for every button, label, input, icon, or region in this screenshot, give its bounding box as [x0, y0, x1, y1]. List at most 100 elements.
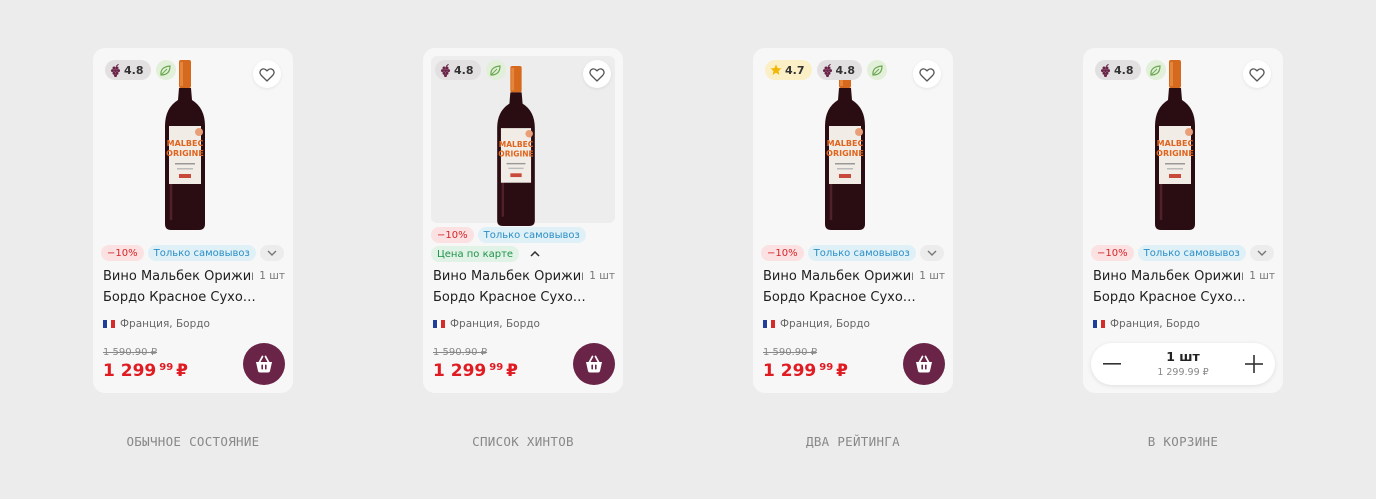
collapse-hints-button[interactable] — [523, 246, 547, 262]
quantity-label: 1 шт — [1249, 270, 1275, 282]
grape-icon — [822, 63, 832, 77]
origin-text: Франция, Бордо — [780, 318, 870, 330]
rating-badges: 4.8 — [1095, 60, 1166, 80]
price-currency: ₽ — [836, 361, 848, 381]
chevron-up-icon — [530, 251, 540, 257]
expand-hints-button[interactable] — [919, 245, 944, 261]
rating-value: 4.8 — [835, 63, 856, 77]
price-cents: 99 — [159, 362, 174, 373]
product-title[interactable]: Вино Мальбек Орижин Бордо Красное Сухо… … — [763, 266, 945, 308]
grape-icon — [440, 63, 451, 77]
quantity-stepper: 1 шт 1 299.99 ₽ — [1091, 343, 1275, 385]
leaf-icon — [485, 60, 506, 80]
price-currency: ₽ — [176, 361, 188, 381]
pickup-tag: Только самовывоз — [147, 245, 256, 261]
leaf-icon — [1145, 60, 1166, 80]
rating-value: 4.8 — [1114, 63, 1134, 77]
heart-icon — [1249, 67, 1265, 82]
old-price: 1 590.90 ₽ — [103, 347, 158, 358]
favorite-button[interactable] — [913, 60, 941, 88]
add-to-cart-button[interactable] — [243, 343, 285, 385]
expand-hints-button[interactable] — [259, 245, 284, 261]
chevron-down-icon — [927, 250, 937, 256]
pickup-tag: Только самовывоз — [1137, 245, 1246, 261]
add-to-cart-button[interactable] — [903, 343, 945, 385]
rating-badges: 4.8 — [435, 60, 506, 80]
heart-icon — [589, 67, 605, 82]
price-main: 1 299 — [763, 361, 817, 381]
title-line-1: Вино Мальбек Орижин — [103, 269, 253, 284]
basket-icon — [255, 355, 273, 374]
price-cents: 99 — [489, 362, 504, 373]
hint-tags: −10% Только самовывоз — [1091, 245, 1277, 261]
state-caption: ОБЫЧНОЕ СОСТОЯНИЕ — [126, 434, 260, 449]
rating-value: 4.7 — [785, 63, 805, 77]
card-price-tag: Цена по карте — [431, 246, 520, 262]
increase-button[interactable] — [1241, 351, 1267, 377]
hint-tags: −10% Только самовывоз Цена по карте — [431, 227, 591, 262]
state-caption: СПИСОК ХИНТОВ — [472, 434, 574, 449]
price-main: 1 299 — [103, 361, 157, 381]
price-main: 1 299 — [433, 361, 487, 381]
pickup-tag: Только самовывоз — [477, 227, 586, 243]
origin-text: Франция, Бордо — [450, 318, 540, 330]
chevron-down-icon — [1257, 250, 1267, 256]
favorite-button[interactable] — [583, 60, 611, 88]
hint-tags: −10% Только самовывоз — [761, 245, 947, 261]
product-card-normal[interactable]: 4.8 −10% Только самовывоз Вино Мальбек О… — [93, 48, 293, 393]
hint-tags: −10% Только самовывоз — [101, 245, 287, 261]
grape-rating-badge: 4.8 — [435, 60, 481, 80]
rating-value: 4.8 — [124, 63, 144, 77]
leaf-icon — [155, 60, 176, 80]
discount-tag: −10% — [761, 245, 804, 261]
origin: Франция, Бордо — [763, 318, 870, 330]
france-flag-icon — [763, 320, 775, 328]
product-card-in-cart[interactable]: 4.8 −10% Только самовывоз Вино Мальбек О… — [1083, 48, 1283, 393]
grape-rating-badge: 4.8 — [816, 60, 862, 80]
grape-icon — [1100, 63, 1111, 77]
origin: Франция, Бордо — [433, 318, 540, 330]
chevron-down-icon — [267, 250, 277, 256]
discount-tag: −10% — [431, 227, 474, 243]
plus-icon — [1245, 355, 1263, 373]
state-caption: ДВА РЕЙТИНГА — [806, 434, 900, 449]
price-cents: 99 — [819, 362, 834, 373]
price: 1 299 99 ₽ — [103, 361, 188, 381]
favorite-button[interactable] — [1243, 60, 1271, 88]
state-caption: В КОРЗИНЕ — [1147, 434, 1219, 449]
rating-badges: 4.7 4.8 — [765, 60, 887, 80]
product-title[interactable]: Вино Мальбек Орижин Бордо Красное Сухо… … — [433, 266, 615, 308]
price: 1 299 99 ₽ — [433, 361, 518, 381]
add-to-cart-button[interactable] — [573, 343, 615, 385]
leaf-icon — [867, 60, 887, 80]
grape-rating-badge: 4.8 — [105, 60, 151, 80]
origin-text: Франция, Бордо — [120, 318, 210, 330]
title-line-2: Бордо Красное Сухо… — [103, 290, 256, 305]
wine-bottle-image — [496, 66, 537, 226]
rating-badges: 4.8 — [105, 60, 176, 80]
heart-icon — [259, 67, 275, 82]
quantity-label: 1 шт — [919, 270, 945, 282]
old-price: 1 590.90 ₽ — [433, 347, 488, 358]
favorite-button[interactable] — [253, 60, 281, 88]
expand-hints-button[interactable] — [1249, 245, 1274, 261]
basket-icon — [585, 355, 603, 374]
title-line-1: Вино Мальбек Орижин — [1093, 269, 1243, 284]
product-title[interactable]: Вино Мальбек Орижин Бордо Красное Сухо… … — [103, 266, 285, 308]
title-line-2: Бордо Красное Сухо… — [1093, 290, 1246, 305]
france-flag-icon — [103, 320, 115, 328]
origin: Франция, Бордо — [1093, 318, 1200, 330]
product-title[interactable]: Вино Мальбек Орижин Бордо Красное Сухо… … — [1093, 266, 1275, 308]
price-currency: ₽ — [506, 361, 518, 381]
product-card-hints[interactable]: 4.8 −10% Только самовывоз Цена по карте … — [423, 48, 623, 393]
rating-value: 4.8 — [454, 63, 474, 77]
origin-text: Франция, Бордо — [1110, 318, 1200, 330]
heart-icon — [919, 67, 935, 82]
quantity-label: 1 шт — [589, 270, 615, 282]
star-icon — [770, 64, 782, 75]
title-line-2: Бордо Красное Сухо… — [763, 290, 916, 305]
wine-bottle-image — [163, 60, 207, 230]
france-flag-icon — [1093, 320, 1105, 328]
product-card-two-ratings[interactable]: 4.7 4.8 −10% Только самовывоз Вино Мальб… — [753, 48, 953, 393]
basket-icon — [915, 355, 933, 374]
